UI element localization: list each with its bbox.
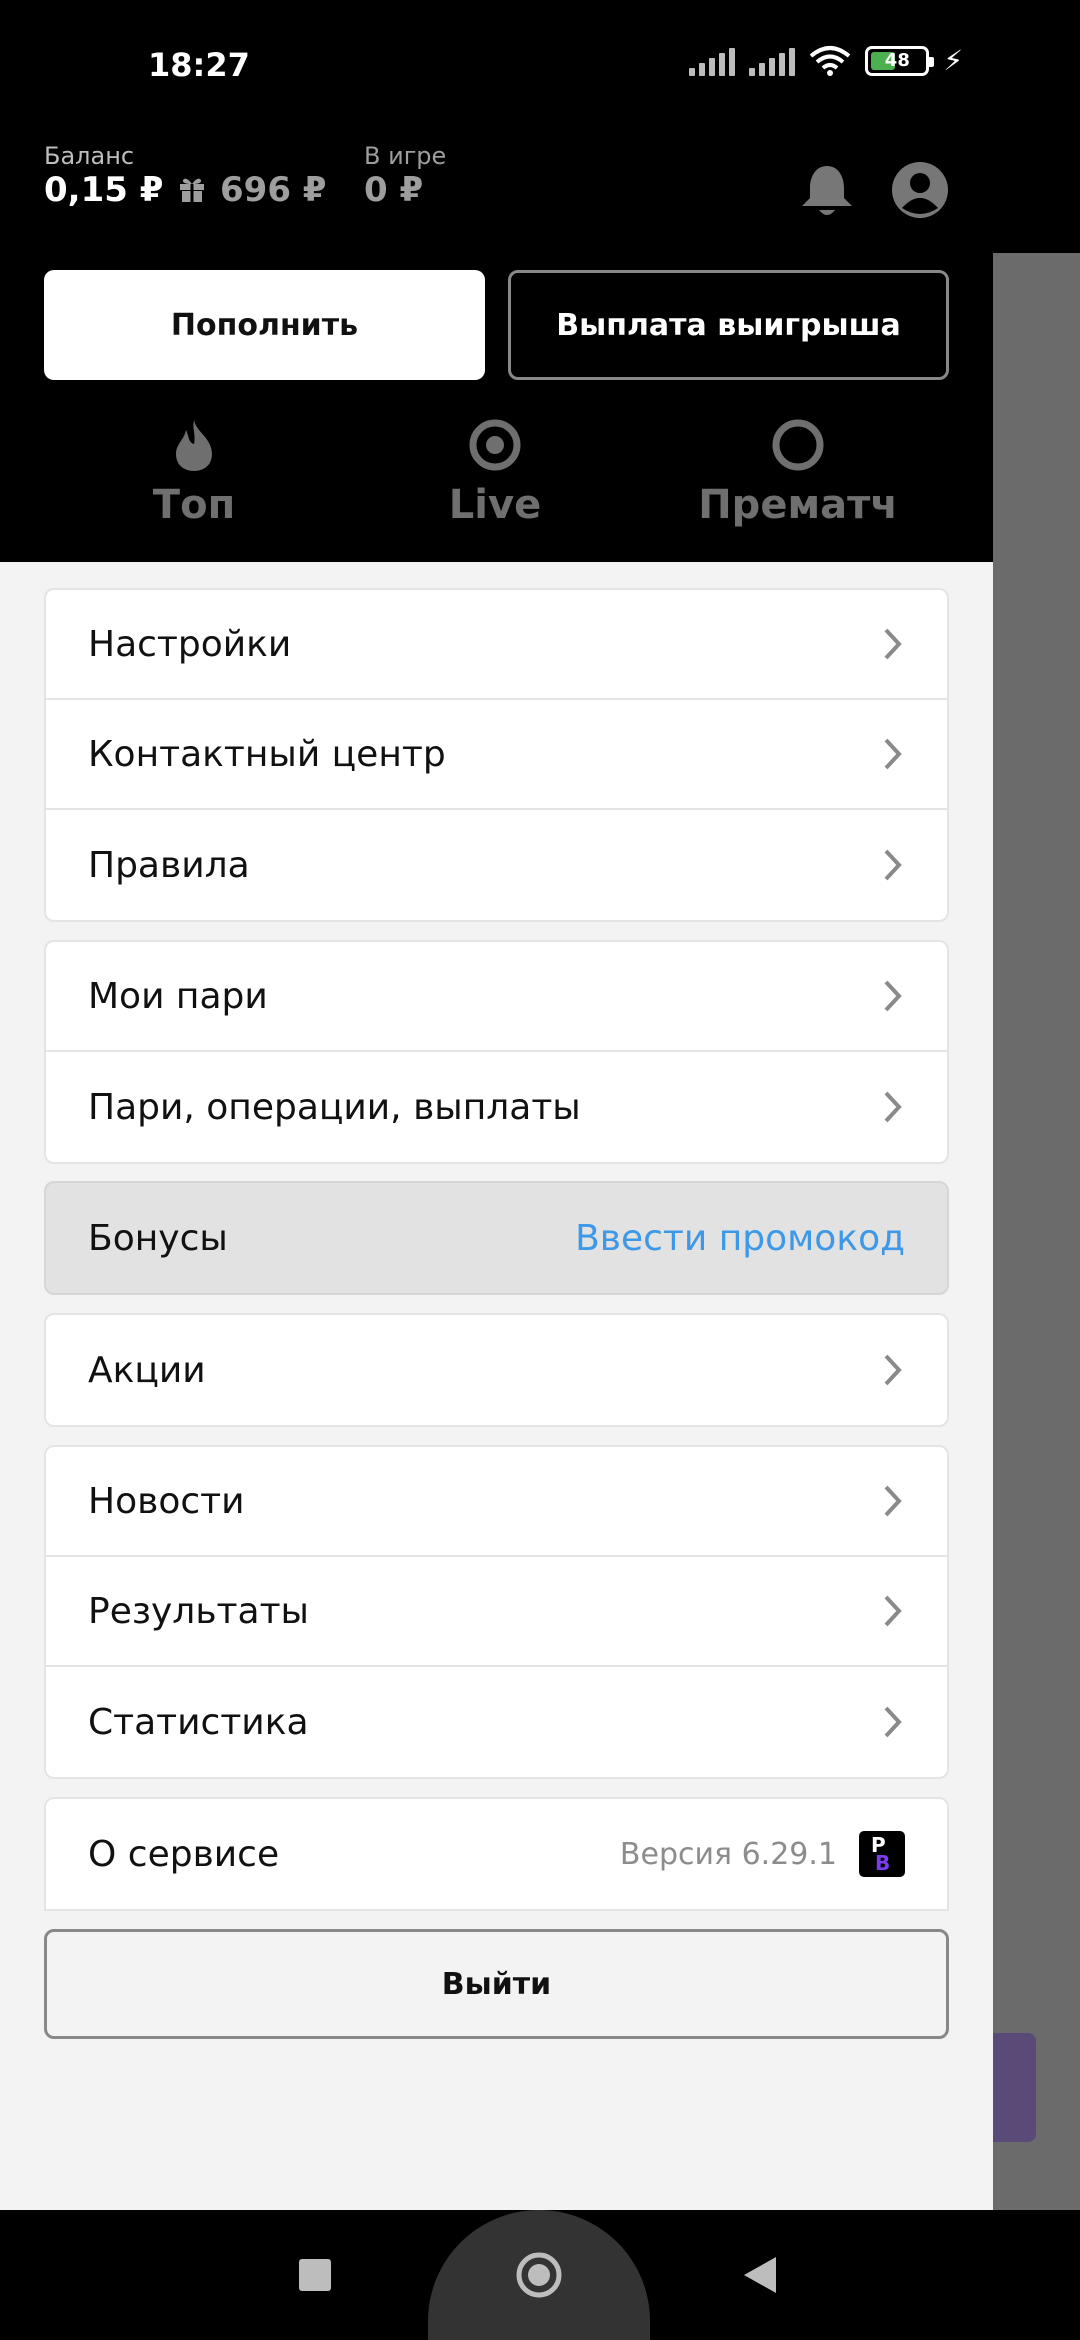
chevron-right-icon [884,1354,902,1386]
payout-button[interactable]: Выплата выигрыша [508,270,949,380]
chevron-right-icon [884,1091,902,1123]
menu-item-my-bets[interactable]: Мои пари [46,942,947,1052]
tab-live[interactable]: Live [345,418,645,528]
menu-item-label: Контактный центр [88,733,446,775]
partial-button [993,2033,1036,2142]
balance-label: Баланс [44,142,135,170]
version-text: Версия 6.29.1 [619,1836,837,1872]
menu-item-about[interactable]: О сервисе Версия 6.29.1 P B [46,1799,947,1909]
drawer-header: 18:27 48 ⚡ Баланс 0,15 ₽ 696 ₽ В игре 0 … [0,0,993,562]
flame-icon [176,420,212,471]
tab-prematch[interactable]: Прематч [648,418,948,528]
chevron-right-icon [884,1595,902,1627]
enter-promocode-link[interactable]: Ввести промокод [575,1218,905,1259]
menu-item-label: Правила [88,844,250,886]
gift-icon [180,178,204,202]
charging-icon: ⚡ [943,44,963,77]
bonuses-card: Бонусы Ввести промокод [44,1181,949,1295]
bell-icon[interactable] [796,160,858,222]
menu-item-label: Статистика [88,1701,309,1743]
menu-item-label: Акции [88,1349,206,1391]
tab-label: Топ [152,482,236,528]
app-logo: P B [859,1831,905,1877]
back-icon[interactable] [742,2255,778,2295]
menu-item-rules[interactable]: Правила [46,810,947,920]
logout-button[interactable]: Выйти [44,1929,949,2039]
menu-item-label: О сервисе [88,1833,280,1875]
menu-item-news[interactable]: Новости [46,1447,947,1557]
menu-item-results[interactable]: Результаты [46,1557,947,1667]
signal-icon [749,46,796,76]
home-icon[interactable] [514,2250,564,2300]
tab-label: Live [448,482,542,528]
menu-item-label: Настройки [88,623,292,665]
battery-level: 48 [884,50,910,71]
live-icon [469,419,521,471]
menu-group: Настройки Контактный центр Правила [44,588,949,922]
menu-item-label: Новости [88,1480,245,1522]
menu-item-label: Результаты [88,1590,309,1632]
chevron-right-icon [884,1485,902,1517]
recents-icon[interactable] [299,2259,331,2291]
status-time: 18:27 [148,46,250,84]
menu-item-settings[interactable]: Настройки [46,590,947,700]
menu-group: Мои пари Пари, операции, выплаты [44,940,949,1164]
battery-icon: 48 [865,45,935,76]
chevron-right-icon [884,738,902,770]
wifi-icon [810,45,851,76]
ring-icon [772,419,824,471]
menu-item-bonuses[interactable]: Бонусы Ввести промокод [46,1183,947,1293]
menu-group: Новости Результаты Статистика [44,1445,949,1779]
tab-label: Прематч [698,482,898,528]
bonus-balance-value: 696 ₽ [220,170,327,210]
about-card: О сервисе Версия 6.29.1 P B [44,1797,949,1911]
in-game-value: 0 ₽ [364,170,424,210]
menu-group: Акции [44,1313,949,1427]
menu-item-label: Пари, операции, выплаты [88,1086,581,1128]
chevron-right-icon [884,849,902,881]
signal-icon [689,46,736,76]
menu-item-promotions[interactable]: Акции [46,1315,947,1425]
logo-letter-b: B [875,1851,891,1875]
dimmed-background[interactable] [993,0,1080,2210]
menu-item-label: Мои пари [88,975,268,1017]
side-drawer: 18:27 48 ⚡ Баланс 0,15 ₽ 696 ₽ В игре 0 … [0,0,993,2210]
deposit-button[interactable]: Пополнить [44,270,485,380]
tab-top[interactable]: Топ [44,418,344,528]
menu-item-label: Бонусы [88,1217,228,1259]
menu-item-operations[interactable]: Пари, операции, выплаты [46,1052,947,1162]
chevron-right-icon [884,980,902,1012]
chevron-right-icon [884,628,902,660]
status-icons: 48 ⚡ [689,44,963,77]
chevron-right-icon [884,1706,902,1738]
menu-item-contact-center[interactable]: Контактный центр [46,700,947,810]
menu-item-statistics[interactable]: Статистика [46,1667,947,1777]
dim-overlay[interactable] [993,253,1080,2210]
balance-value: 0,15 ₽ [44,170,164,210]
profile-icon[interactable] [890,160,950,220]
in-game-label: В игре [364,142,447,170]
